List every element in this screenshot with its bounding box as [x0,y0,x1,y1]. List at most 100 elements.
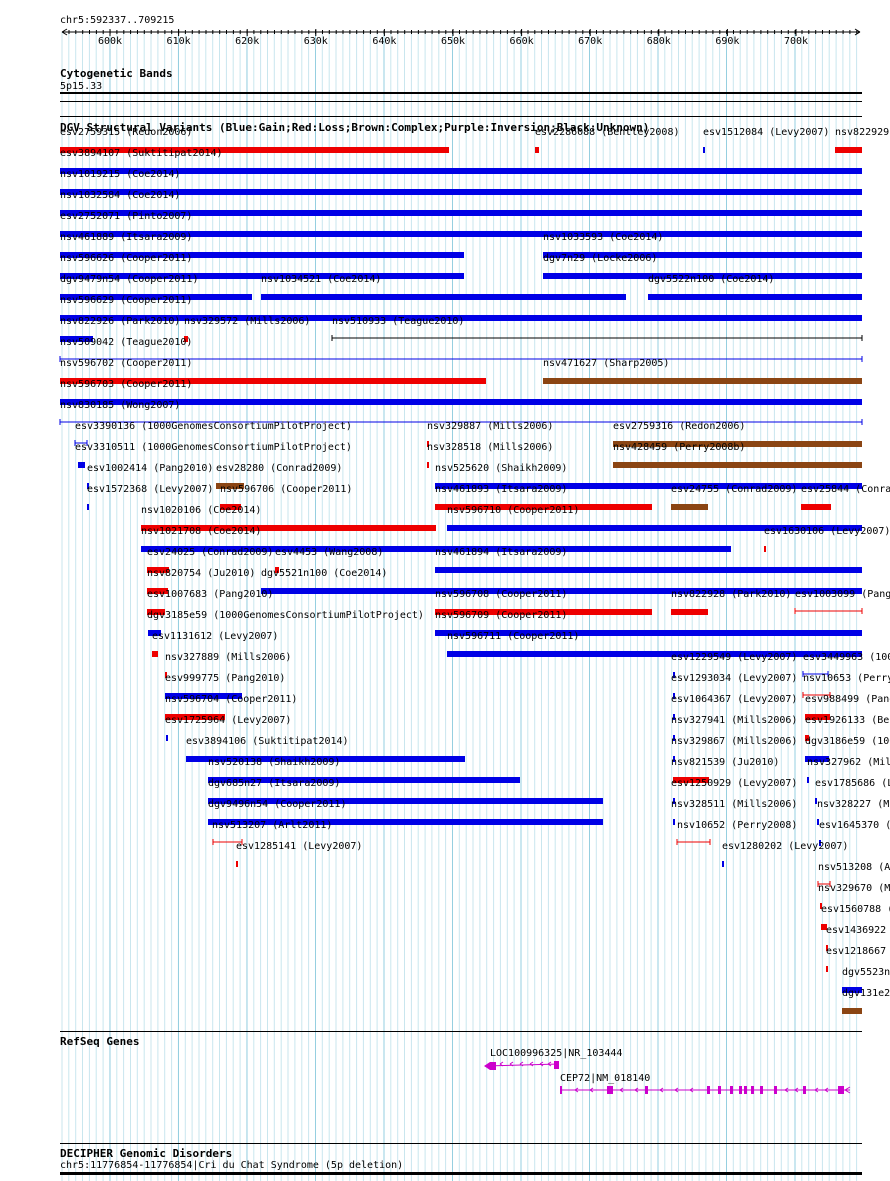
dgv-feature-label: esv4453 (Wang2008) [275,547,384,558]
gene-model-loc100996325[interactable] [484,1061,560,1070]
dgv-feature-bar[interactable] [166,735,168,741]
dgv-feature-label: nsv329670 (M [818,883,890,894]
dgv-feature-span[interactable] [676,839,711,845]
dgv-feature-label: nsv596706 (Cooper2011) [220,484,353,495]
dgv-feature-label: nsv1020106 (Coe2014) [141,505,262,516]
dgv-feature-label: esv1293034 (Levy2007) [671,673,798,684]
dgv-feature-bar[interactable] [152,651,158,657]
dgv-feature-label: esv1003099 (Pang [795,589,890,600]
dgv-feature-label: nsv822929 [835,127,890,138]
dgv-feature-label: nsv1021708 (Coe2014) [141,526,262,537]
dgv-feature-label: esv1064367 (Levy2007) [671,694,798,705]
dgv-feature-label: dgv5521n100 (Coe2014) [261,568,388,579]
dgv-feature-label: nsv328227 (M [817,799,890,810]
dgv-feature-bar[interactable] [807,777,809,783]
dgv-feature-bar[interactable] [261,294,626,300]
dgv-feature-span[interactable] [331,335,863,341]
dgv-feature-bar[interactable] [535,147,539,153]
dgv-feature-bar[interactable] [671,609,708,615]
dgv-feature-label: esv1560788 ( [821,904,890,915]
dgv-feature-label: dgv685n27 (Itsara2009) [208,778,341,789]
dgv-feature-label: nsv1032584 (Coe2014) [60,190,181,201]
genome-browser-view: chr5:592337..709215 600k 610k 620k 630k 640k… [0,0,890,1181]
dgv-feature-label: esv1785686 (L [815,778,890,789]
dgv-feature-label: dgv3186e59 (100 [805,736,890,747]
dgv-feature-label: nsv328511 (Mills2006) [671,799,798,810]
dgv-feature-label: dgv3185e59 (1000GenomesConsortiumPilotPr… [147,610,424,621]
dgv-feature-label: dgv5523n [842,967,890,978]
dgv-feature-bar[interactable] [764,546,766,552]
dgv-feature-bar[interactable] [826,966,828,972]
dgv-feature-label: nsv822928 (Park2010) [671,589,792,600]
dgv-feature-label: nsv596629 (Cooper2011) [60,295,193,306]
dgv-feature-label: esv1512084 (Levy2007) [703,127,830,138]
dgv-feature-bar[interactable] [801,504,831,510]
dgv-feature-label: nsv1019215 (Coe2014) [60,169,181,180]
dgv-feature-label: nsv596710 (Cooper2011) [447,505,580,516]
dgv-feature-label: nsv461893 (Itsara2009) [435,484,568,495]
dgv-feature-span[interactable] [794,608,863,614]
dgv-feature-label: esv1280202 (Levy2007) [722,841,849,852]
dgv-feature-label: esv1285141 (Levy2007) [236,841,363,852]
dgv-feature-bar[interactable] [427,462,429,468]
dgv-feature-label: nsv596709 (Cooper2011) [435,610,568,621]
dgv-feature-label: nsv327962 (Mil [807,757,890,768]
dgv-feature-label: esv1229549 (Levy2007) [671,652,798,663]
dgv-feature-label: nsv329887 (Mills2006) [427,421,554,432]
dgv-feature-label: nsv596702 (Cooper2011) [60,358,193,369]
dgv-feature-label: nsv821539 (Ju2010) [671,757,780,768]
dgv-feature-label: nsv10652 (Perry2008) [677,820,798,831]
dgv-feature-bar[interactable] [842,1008,862,1014]
dgv-feature-label: nsv596626 (Cooper2011) [60,253,193,264]
dgv-feature-label: nsv510933 (Teague2010) [332,316,465,327]
dgv-feature-label: esv1436922 [826,925,887,936]
dgv-feature-bar[interactable] [835,147,862,153]
dgv-feature-label: esv2759315 (Redon2006) [60,127,193,138]
dgv-feature-label: nsv596708 (Cooper2011) [435,589,568,600]
dgv-feature-label: esv1131612 (Levy2007) [152,631,279,642]
gene-model-cep72[interactable] [560,1086,851,1094]
dgv-feature-bar[interactable] [435,567,862,573]
dgv-feature-label: nsv328518 (Mills2006) [427,442,554,453]
decipher-feature-bar[interactable] [60,1172,862,1175]
dgv-feature-bar[interactable] [671,504,708,510]
dgv-feature-bar[interactable] [447,651,862,657]
dgv-feature-label: esv1725964 (Levy2007) [165,715,292,726]
dgv-features: esv2759315 (Redon2006) esv2286088 (Bentle… [0,0,890,1181]
dgv-feature-label: esv24755 (Conrad2009) [671,484,798,495]
dgv-feature-bar[interactable] [648,294,862,300]
dgv-feature-bar[interactable] [703,147,705,153]
dgv-feature-label: nsv513207 (Arlt2011) [212,820,333,831]
dgv-feature-label: esv3894106 (Suktitipat2014) [186,736,349,747]
dgv-feature-label: esv1218667 [826,946,887,957]
dgv-feature-label: dgv9496n54 (Cooper2011) [208,799,347,810]
dgv-feature-label: nsv820754 (Ju2010) [147,568,256,579]
dgv-feature-bar[interactable] [673,819,675,825]
dgv-feature-label: nsv596703 (Cooper2011) [60,379,193,390]
track-separator [60,1031,862,1032]
dgv-feature-bar[interactable] [722,861,724,867]
dgv-feature-label: esv1572368 (Levy2007) [87,484,214,495]
dgv-feature-bar[interactable] [236,861,238,867]
dgv-feature-label: nsv822926 (Park2010) [60,316,181,327]
dgv-feature-label: nsv329572 (Mills2006) [184,316,311,327]
dgv-feature-bar[interactable] [613,462,862,468]
dgv-feature-label: nsv471627 (Sharp2005) [543,358,670,369]
dgv-feature-label: esv1007683 (Pang2010) [147,589,274,600]
refseq-gene-models [484,1061,851,1094]
dgv-feature-bar[interactable] [543,378,862,384]
dgv-feature-label: nsv1033593 (Coe2014) [543,232,664,243]
dgv-feature-label: esv1926133 (Ber [805,715,890,726]
refseq-track-title: RefSeq Genes [60,1035,140,1048]
dgv-feature-label: esv28280 (Conrad2009) [216,463,343,474]
dgv-feature-bar[interactable] [87,504,89,510]
dgv-feature-label: esv2286088 (Bentley2008) [535,127,680,138]
track-separator [60,1143,862,1144]
dgv-feature-label: nsv327941 (Mills2006) [671,715,798,726]
dgv-feature-label: nsv327889 (Mills2006) [165,652,292,663]
dgv-feature-label: nsv509042 (Teague2010) [60,337,193,348]
dgv-feature-bar[interactable] [78,462,85,468]
dgv-feature-label: nsv525620 (Shaikh2009) [435,463,568,474]
dgv-feature-label: esv3449963 (100 [803,652,890,663]
dgv-feature-label: nsv1034521 (Coe2014) [261,274,382,285]
